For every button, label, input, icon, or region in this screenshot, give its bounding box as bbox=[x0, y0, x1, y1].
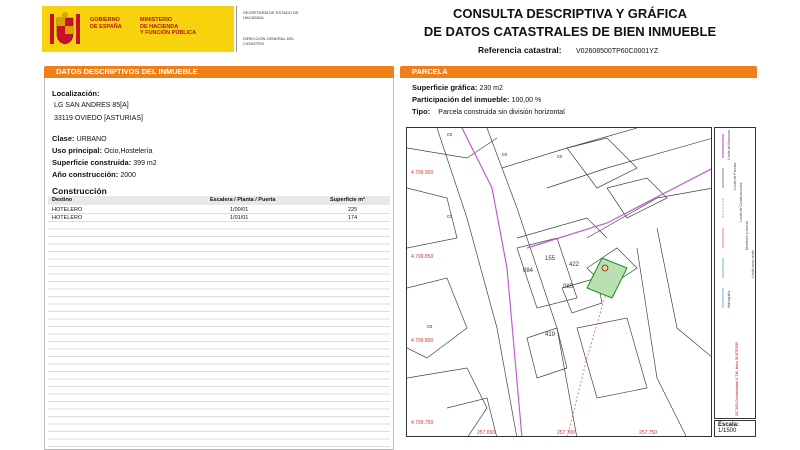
direccion-text: DIRECCIÓN GENERAL DEL CATASTRO bbox=[243, 36, 295, 46]
ministry-text: MINISTERIO DE HACIENDA Y FUNCIÓN PÚBLICA bbox=[140, 17, 197, 36]
tipo-label: Tipo: bbox=[412, 107, 431, 116]
legend-item: Mobiliario y aceras bbox=[745, 220, 749, 250]
legend-item: Límite de Construcciones bbox=[739, 182, 743, 223]
coord-y-label: 4.799.850 bbox=[411, 254, 433, 260]
col-superficie: Superficie m² bbox=[330, 197, 365, 203]
escala-value: 1/1500 bbox=[718, 428, 737, 434]
left-section-bar: DATOS DESCRIPTIVOS DEL INMUEBLE bbox=[44, 66, 394, 78]
uso-row: Uso principal: Ocio,Hostelería bbox=[52, 146, 152, 155]
row-escalera: 1/01/01 bbox=[230, 215, 249, 221]
anio-row: Año construcción: 2000 bbox=[52, 170, 136, 179]
address-line2: 33119 OVIEDO [ASTURIAS] bbox=[54, 115, 143, 122]
map-drawing: 084 155 422 085 419 co co co co co 4.799… bbox=[407, 128, 711, 436]
cadastral-map[interactable]: 084 155 422 085 419 co co co co co 4.799… bbox=[406, 127, 712, 437]
page-title-line2: DE DATOS CATASTRALES DE BIEN INMUEBLE bbox=[423, 24, 717, 39]
uso-value: Ocio,Hostelería bbox=[104, 148, 153, 155]
page-header: GOBIERNO DE ESPAÑA MINISTERIO DE HACIEND… bbox=[0, 0, 800, 60]
anio-value: 2000 bbox=[120, 172, 136, 179]
parcel-label: co bbox=[447, 214, 453, 220]
secretaria-text: SECRETARÍA DE ESTADO DE HACIENDA bbox=[243, 10, 299, 20]
referencia-catastral: Referencia catastral: V02608500TP60C0001… bbox=[478, 45, 658, 55]
clase-label: Clase: bbox=[52, 134, 75, 143]
sup-grafica-value: 230 m2 bbox=[479, 85, 503, 92]
escala-box: Escala: 1/1500 bbox=[714, 420, 756, 437]
row-superficie: 225 bbox=[348, 207, 358, 213]
ref-label: Referencia catastral: bbox=[478, 45, 562, 55]
participacion-label: Participación del inmueble: bbox=[412, 95, 510, 104]
ref-value: V02608500TP60C0001YZ bbox=[576, 48, 659, 55]
coord-x-label: 257.700 bbox=[557, 430, 575, 436]
legend-item: Límite de Manzana bbox=[727, 130, 731, 160]
legend-note: 257,800 Coordenadas U.T.M. Huso 30 ETRS8… bbox=[735, 342, 739, 416]
uso-label: Uso principal: bbox=[52, 146, 103, 155]
coord-x-label: 257.650 bbox=[477, 430, 495, 436]
sup-grafica-label: Superficie gráfica: bbox=[412, 83, 478, 92]
clase-row: Clase: URBANO bbox=[52, 134, 107, 143]
gobierno-logo: GOBIERNO DE ESPAÑA MINISTERIO DE HACIEND… bbox=[42, 6, 234, 52]
participacion-row: Participación del inmueble: 100,00 % bbox=[412, 95, 541, 104]
parcel-label: 085 bbox=[563, 284, 574, 290]
legend-item: Límite de Parcela bbox=[733, 162, 737, 190]
legend-item: Hidrografía bbox=[727, 290, 731, 308]
construccion-table-header: Destino Escalera / Planta / Puerta Super… bbox=[48, 196, 390, 205]
row-superficie: 174 bbox=[348, 215, 358, 221]
parcel-label: co bbox=[447, 132, 453, 138]
superficie-row: Superficie construida: 399 m2 bbox=[52, 158, 157, 167]
tipo-value: Parcela construida sin división horizont… bbox=[438, 109, 565, 116]
row-escalera: 1/00/01 bbox=[230, 207, 249, 213]
legend-item: Límite zona verde bbox=[751, 250, 755, 278]
superficie-label: Superficie construida: bbox=[52, 158, 132, 167]
coord-x-label: 257.750 bbox=[639, 430, 657, 436]
table-row: HOTELERO 1/01/01 174 bbox=[48, 214, 390, 222]
parcel-label: 155 bbox=[545, 256, 556, 262]
gobierno-text: GOBIERNO DE ESPAÑA bbox=[90, 17, 122, 30]
address-line1: LG SAN ANDRES 85[A] bbox=[54, 102, 129, 109]
col-destino: Destino bbox=[52, 197, 73, 203]
col-escalera: Escalera / Planta / Puerta bbox=[210, 197, 276, 203]
parcel-label: 419 bbox=[545, 332, 556, 338]
construccion-title: Construcción bbox=[52, 186, 107, 196]
empty-table-lines bbox=[48, 222, 390, 448]
page-title-line1: CONSULTA DESCRIPTIVA Y GRÁFICA bbox=[452, 6, 687, 21]
map-legend: Límite de Manzana Límite de Parcela Lími… bbox=[714, 127, 756, 419]
localizacion-label: Localización: bbox=[52, 89, 100, 98]
coat-of-arms-icon bbox=[50, 12, 80, 45]
row-destino: HOTELERO bbox=[52, 207, 83, 213]
anio-label: Año construcción: bbox=[52, 170, 119, 179]
coord-y-label: 4.799.900 bbox=[411, 170, 433, 176]
secretaria-box: SECRETARÍA DE ESTADO DE HACIENDA DIRECCI… bbox=[236, 6, 300, 52]
row-destino: HOTELERO bbox=[52, 215, 83, 221]
right-section-bar: PARCELA bbox=[400, 66, 757, 78]
parcel-label: co bbox=[557, 154, 563, 160]
participacion-value: 100,00 % bbox=[511, 97, 542, 104]
sup-grafica-row: Superficie gráfica: 230 m2 bbox=[412, 83, 503, 92]
clase-value: URBANO bbox=[76, 136, 107, 143]
superficie-value: 399 m2 bbox=[133, 160, 157, 167]
coord-y-label: 4.799.750 bbox=[411, 420, 433, 426]
parcel-label: 422 bbox=[569, 262, 580, 268]
parcel-label: co bbox=[427, 324, 433, 330]
parcel-label: co bbox=[502, 152, 508, 158]
parcel-label: 084 bbox=[523, 268, 534, 274]
coord-y-label: 4.799.800 bbox=[411, 338, 433, 344]
table-row: HOTELERO 1/00/01 225 bbox=[48, 206, 390, 214]
tipo-row: Tipo: Parcela construida sin división ho… bbox=[412, 107, 565, 116]
